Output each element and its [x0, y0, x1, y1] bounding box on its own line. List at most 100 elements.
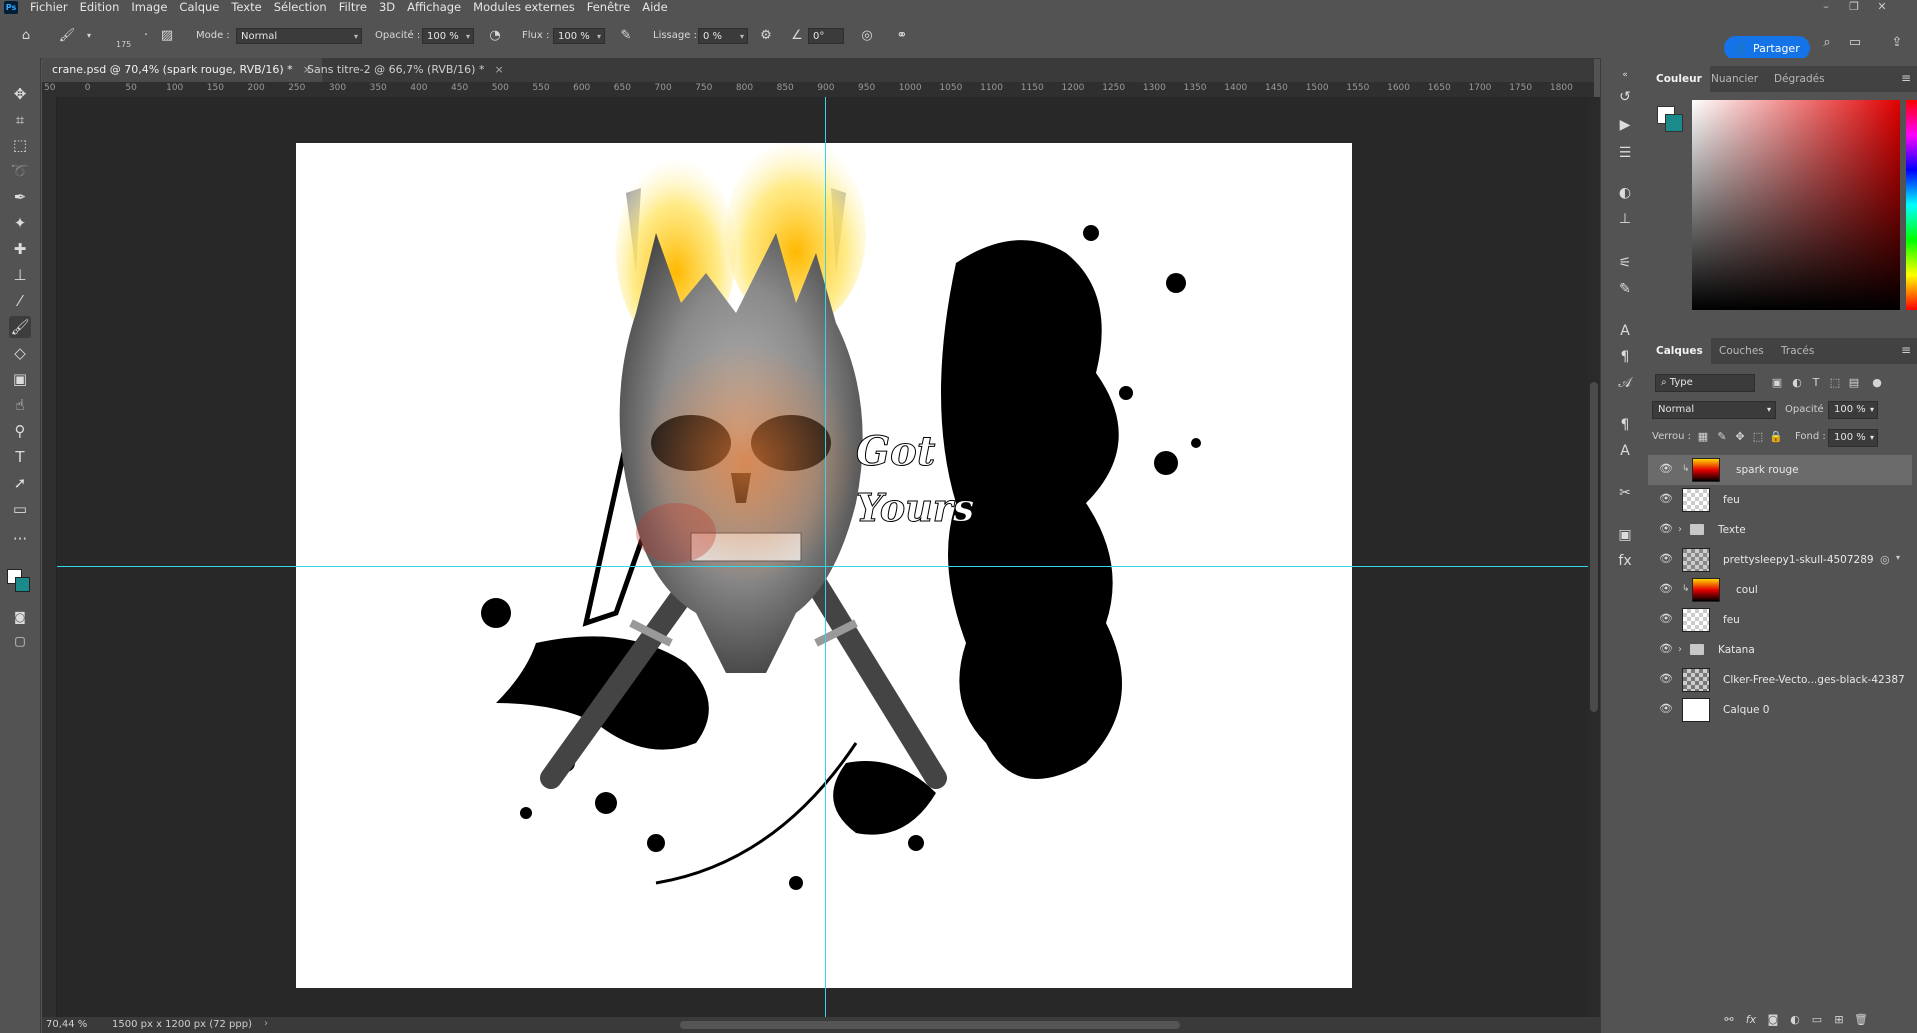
visibility-eye-icon[interactable]: 👁 [1659, 523, 1673, 535]
opacity-field[interactable]: 100 % ▾ [422, 28, 474, 44]
minimize-icon[interactable]: – [1812, 0, 1840, 15]
clone-source-icon[interactable]: ⊥ [1613, 208, 1637, 230]
actions-play-icon[interactable]: ▶ [1613, 114, 1637, 136]
visibility-eye-icon[interactable]: 👁 [1659, 583, 1673, 595]
clone-stamp-icon[interactable]: ⊥ [9, 264, 31, 286]
visibility-eye-icon[interactable]: 👁 [1659, 463, 1673, 475]
horizontal-scrollbar[interactable] [680, 1021, 1180, 1029]
workspace-icon[interactable]: ▭ [1846, 34, 1864, 52]
layer-name[interactable]: coul [1736, 575, 1758, 605]
panel-menu-icon[interactable]: ≡ [1901, 343, 1911, 357]
brush-size[interactable]: 175 [116, 40, 131, 49]
menu-affichage[interactable]: Affichage [401, 0, 467, 15]
menu-fenetre[interactable]: Fenêtre [581, 0, 636, 15]
filter-shape-icon[interactable]: ⬚ [1828, 376, 1842, 390]
fx-icon[interactable]: fx [1744, 1013, 1758, 1027]
layer-row[interactable]: 👁 ↳ spark rouge [1648, 455, 1912, 485]
filter-type-icon[interactable]: T [1809, 376, 1823, 390]
chevron-down-icon[interactable]: ▾ [1896, 553, 1900, 562]
canvas-workspace[interactable]: Got Yours [57, 97, 1588, 1017]
adjustments-icon[interactable]: ☰ [1613, 142, 1637, 164]
brush-settings-icon[interactable]: ✎ [1613, 278, 1637, 300]
blend-mode-dropdown[interactable]: Normal ▾ [1652, 401, 1776, 419]
character-styles-icon[interactable]: A [1613, 440, 1637, 462]
menu-edition[interactable]: Edition [74, 0, 126, 15]
move-tool-icon[interactable]: ✥ [9, 83, 31, 105]
brush-tool-icon[interactable]: 🖌 [58, 27, 76, 45]
chevron-right-icon[interactable]: › [1678, 524, 1682, 535]
pen-tool-icon[interactable]: ✒ [9, 186, 31, 208]
trash-icon[interactable]: 🗑 [1854, 1013, 1868, 1027]
flow-field[interactable]: 100 % ▾ [553, 28, 605, 44]
guide-vertical[interactable] [825, 97, 826, 1017]
scrollbar-thumb[interactable] [1590, 382, 1598, 712]
layer-filter-dropdown[interactable]: ⌕ Type [1655, 374, 1755, 392]
pressure-opacity-icon[interactable]: ◔ [486, 27, 504, 45]
link-layers-icon[interactable]: ⚯ [1722, 1013, 1736, 1027]
crop-tool-icon[interactable]: ⌗ [9, 109, 31, 131]
layer-row[interactable]: 👁 feu [1648, 485, 1912, 515]
menu-image[interactable]: Image [125, 0, 173, 15]
color-picker-field[interactable] [1692, 100, 1900, 310]
menu-selection[interactable]: Sélection [268, 0, 333, 15]
eyedropper-icon[interactable]: ⁄ [9, 290, 31, 312]
paragraph-styles-icon[interactable]: ¶ [1613, 414, 1637, 436]
tab-couleur[interactable]: Couleur [1648, 66, 1710, 92]
layer-row[interactable]: 👁 › Katana [1648, 635, 1912, 665]
layer-row[interactable]: 👁 feu [1648, 605, 1912, 635]
layer-name[interactable]: feu [1723, 485, 1740, 515]
properties-icon[interactable]: ⚟ [1613, 252, 1637, 274]
path-selection-icon[interactable]: ➚ [9, 472, 31, 494]
hue-slider[interactable] [1906, 100, 1917, 310]
add-mask-icon[interactable]: ◙ [1766, 1013, 1780, 1027]
visibility-eye-icon[interactable]: 👁 [1659, 643, 1673, 655]
gear-icon[interactable]: ⚙ [757, 27, 775, 45]
lock-position-icon[interactable]: ✥ [1733, 430, 1747, 444]
visibility-eye-icon[interactable]: 👁 [1659, 493, 1673, 505]
lock-transparency-icon[interactable]: ▦ [1696, 430, 1710, 444]
layer-name[interactable]: prettysleepy1-skull-4507289 [1723, 545, 1874, 575]
close-icon[interactable]: × [494, 63, 503, 76]
close-icon[interactable]: ✕ [1868, 0, 1896, 15]
lock-artboard-icon[interactable]: ⬚ [1751, 430, 1765, 444]
lock-all-icon[interactable]: 🔒 [1769, 430, 1783, 444]
menu-aide[interactable]: Aide [636, 0, 673, 15]
home-icon[interactable]: ⌂ [17, 27, 35, 45]
quick-mask-icon[interactable]: ◙ [9, 606, 31, 628]
lasso-tool-icon[interactable]: ➰ [9, 160, 31, 182]
filter-toggle-icon[interactable]: ● [1870, 376, 1884, 390]
visibility-eye-icon[interactable]: 👁 [1659, 703, 1673, 715]
mode-dropdown[interactable]: Normal ▾ [236, 28, 362, 44]
guide-horizontal[interactable] [57, 566, 1588, 567]
history-icon[interactable]: ↺ [1613, 86, 1637, 108]
screen-mode-icon[interactable]: ▢ [9, 630, 31, 652]
menu-calque[interactable]: Calque [173, 0, 225, 15]
layer-name[interactable]: Katana [1718, 635, 1755, 665]
visibility-eye-icon[interactable]: 👁 [1659, 553, 1673, 565]
tools-icon[interactable]: ✂ [1613, 482, 1637, 504]
share-button[interactable]: 👤 Partager [1724, 36, 1810, 60]
status-arrow-icon[interactable]: › [264, 1018, 268, 1029]
visibility-eye-icon[interactable]: 👁 [1659, 673, 1673, 685]
angle-field[interactable]: 0° [808, 28, 844, 44]
layer-row[interactable]: 👁 › Texte [1648, 515, 1912, 545]
background-color-swatch[interactable] [15, 577, 30, 592]
healing-brush-icon[interactable]: ✚ [9, 238, 31, 260]
airbrush-icon[interactable]: ✎ [617, 27, 635, 45]
panel-menu-icon[interactable]: ≡ [1901, 71, 1911, 85]
layer-row[interactable]: 👁 Calque 0 [1648, 695, 1912, 725]
symmetry-icon[interactable]: ⚭ [893, 27, 911, 45]
filter-adjustment-icon[interactable]: ◐ [1790, 376, 1804, 390]
styles-fx-icon[interactable]: fx [1613, 550, 1637, 572]
filter-pixel-icon[interactable]: ▣ [1770, 376, 1784, 390]
smart-filter-icon[interactable]: ◎ [1880, 553, 1890, 566]
brush-tool-icon[interactable]: 🖌 [9, 316, 31, 338]
more-tools-icon[interactable]: ··· [9, 528, 31, 550]
tab-calques[interactable]: Calques [1648, 338, 1711, 364]
paragraph-icon[interactable]: ¶ [1613, 346, 1637, 368]
menu-fichier[interactable]: Fichier [24, 0, 74, 15]
character-icon[interactable]: A [1613, 320, 1637, 342]
chevron-right-icon[interactable]: › [1678, 644, 1682, 655]
layer-name[interactable]: Clker-Free-Vecto...ges-black-42387 [1723, 665, 1905, 695]
new-group-icon[interactable]: ▭ [1810, 1013, 1824, 1027]
